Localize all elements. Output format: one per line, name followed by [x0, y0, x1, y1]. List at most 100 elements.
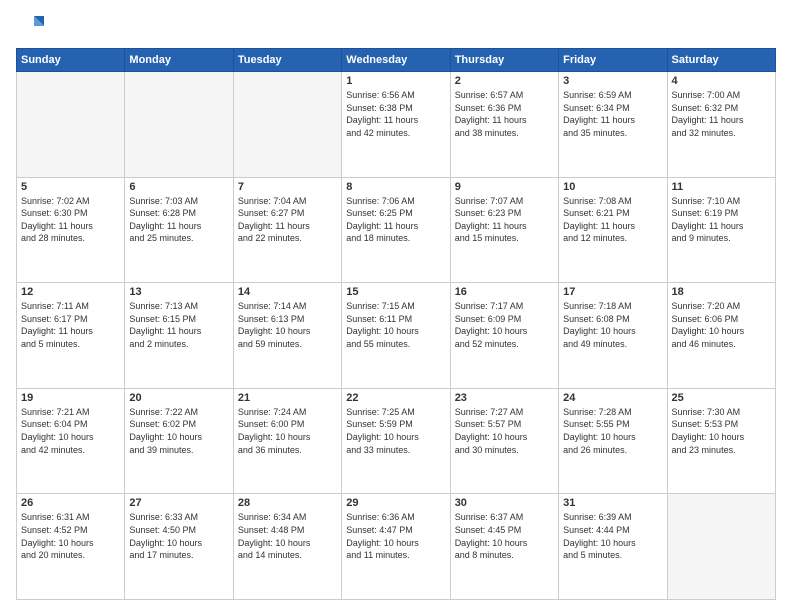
- calendar-week-5: 26 Sunrise: 6:31 AMSunset: 4:52 PMDayligh…: [17, 494, 776, 600]
- calendar-week-3: 12 Sunrise: 7:11 AMSunset: 6:17 PMDayligh…: [17, 283, 776, 389]
- calendar-table: SundayMondayTuesdayWednesdayThursdayFrid…: [16, 48, 776, 600]
- calendar-cell: 5 Sunrise: 7:02 AMSunset: 6:30 PMDaylight…: [17, 177, 125, 283]
- calendar-cell: 17Sunrise: 7:18 AMSunset: 6:08 PMDayligh…: [559, 283, 667, 389]
- cell-info: Sunrise: 7:10 AMSunset: 6:19 PMDaylight:…: [672, 195, 771, 245]
- logo-icon: [16, 12, 44, 40]
- day-number: 18: [672, 286, 771, 298]
- calendar-cell: 18 Sunrise: 7:20 AMSunset: 6:06 PMDayligh…: [667, 283, 775, 389]
- day-number: 28: [238, 497, 337, 509]
- cell-info: Sunrise: 6:31 AMSunset: 4:52 PMDaylight:…: [21, 511, 120, 561]
- cell-info: Sunrise: 7:15 AMSunset: 6:11 PMDaylight:…: [346, 300, 445, 350]
- day-number: 26: [21, 497, 120, 509]
- calendar-cell: 13 Sunrise: 7:13 AMSunset: 6:15 PMDayligh…: [125, 283, 233, 389]
- weekday-header-tuesday: Tuesday: [233, 49, 341, 72]
- cell-info: Sunrise: 7:30 AMSunset: 5:53 PMDaylight:…: [672, 406, 771, 456]
- day-number: 5: [21, 181, 120, 193]
- cell-info: Sunrise: 7:13 AMSunset: 6:15 PMDaylight:…: [129, 300, 228, 350]
- day-number: 15: [346, 286, 445, 298]
- cell-info: Sunrise: 7:02 AMSunset: 6:30 PMDaylight:…: [21, 195, 120, 245]
- calendar-cell: 2Sunrise: 6:57 AMSunset: 6:36 PMDaylight…: [450, 72, 558, 178]
- calendar-cell: 31Sunrise: 6:39 AMSunset: 4:44 PMDayligh…: [559, 494, 667, 600]
- calendar-cell: 10 Sunrise: 7:08 AMSunset: 6:21 PMDayligh…: [559, 177, 667, 283]
- cell-info: Sunrise: 7:07 AMSunset: 6:23 PMDaylight:…: [455, 195, 554, 245]
- calendar-cell: 23 Sunrise: 7:27 AMSunset: 5:57 PMDayligh…: [450, 388, 558, 494]
- calendar-cell: 15 Sunrise: 7:15 AMSunset: 6:11 PMDayligh…: [342, 283, 450, 389]
- day-number: 6: [129, 181, 228, 193]
- day-number: 13: [129, 286, 228, 298]
- cell-info: Sunrise: 6:56 AMSunset: 6:38 PMDaylight:…: [346, 89, 445, 139]
- weekday-header-thursday: Thursday: [450, 49, 558, 72]
- day-number: 10: [563, 181, 662, 193]
- weekday-header-saturday: Saturday: [667, 49, 775, 72]
- calendar-cell: 7 Sunrise: 7:04 AMSunset: 6:27 PMDaylight…: [233, 177, 341, 283]
- calendar-cell: [233, 72, 341, 178]
- calendar-cell: 24 Sunrise: 7:28 AMSunset: 5:55 PMDayligh…: [559, 388, 667, 494]
- calendar-cell: 26 Sunrise: 6:31 AMSunset: 4:52 PMDayligh…: [17, 494, 125, 600]
- calendar-cell: 28 Sunrise: 6:34 AMSunset: 4:48 PMDayligh…: [233, 494, 341, 600]
- day-number: 12: [21, 286, 120, 298]
- day-number: 21: [238, 392, 337, 404]
- weekday-header-monday: Monday: [125, 49, 233, 72]
- day-number: 31: [563, 497, 662, 509]
- day-number: 20: [129, 392, 228, 404]
- cell-info: Sunrise: 7:24 AMSunset: 6:00 PMDaylight:…: [238, 406, 337, 456]
- day-number: 14: [238, 286, 337, 298]
- cell-info: Sunrise: 6:57 AMSunset: 6:36 PMDaylight:…: [455, 89, 554, 139]
- weekday-header-wednesday: Wednesday: [342, 49, 450, 72]
- calendar-cell: 12 Sunrise: 7:11 AMSunset: 6:17 PMDayligh…: [17, 283, 125, 389]
- cell-info: Sunrise: 7:20 AMSunset: 6:06 PMDaylight:…: [672, 300, 771, 350]
- calendar-cell: 3 Sunrise: 6:59 AMSunset: 6:34 PMDaylight…: [559, 72, 667, 178]
- calendar-cell: 19 Sunrise: 7:21 AMSunset: 6:04 PMDayligh…: [17, 388, 125, 494]
- calendar-cell: 30Sunrise: 6:37 AMSunset: 4:45 PMDayligh…: [450, 494, 558, 600]
- cell-info: Sunrise: 7:04 AMSunset: 6:27 PMDaylight:…: [238, 195, 337, 245]
- cell-info: Sunrise: 7:27 AMSunset: 5:57 PMDaylight:…: [455, 406, 554, 456]
- header: [16, 12, 776, 40]
- day-number: 16: [455, 286, 554, 298]
- day-number: 23: [455, 392, 554, 404]
- day-number: 11: [672, 181, 771, 193]
- cell-info: Sunrise: 7:08 AMSunset: 6:21 PMDaylight:…: [563, 195, 662, 245]
- day-number: 8: [346, 181, 445, 193]
- day-number: 7: [238, 181, 337, 193]
- calendar-week-1: 1Sunrise: 6:56 AMSunset: 6:38 PMDaylight…: [17, 72, 776, 178]
- calendar-cell: 27Sunrise: 6:33 AMSunset: 4:50 PMDayligh…: [125, 494, 233, 600]
- calendar-cell: 11 Sunrise: 7:10 AMSunset: 6:19 PMDayligh…: [667, 177, 775, 283]
- weekday-header-sunday: Sunday: [17, 49, 125, 72]
- day-number: 27: [129, 497, 228, 509]
- calendar-cell: 29 Sunrise: 6:36 AMSunset: 4:47 PMDayligh…: [342, 494, 450, 600]
- day-number: 25: [672, 392, 771, 404]
- calendar-cell: 4 Sunrise: 7:00 AMSunset: 6:32 PMDaylight…: [667, 72, 775, 178]
- calendar-cell: 16 Sunrise: 7:17 AMSunset: 6:09 PMDayligh…: [450, 283, 558, 389]
- cell-info: Sunrise: 7:00 AMSunset: 6:32 PMDaylight:…: [672, 89, 771, 139]
- calendar-week-2: 5 Sunrise: 7:02 AMSunset: 6:30 PMDaylight…: [17, 177, 776, 283]
- day-number: 4: [672, 75, 771, 87]
- weekday-header-friday: Friday: [559, 49, 667, 72]
- cell-info: Sunrise: 7:17 AMSunset: 6:09 PMDaylight:…: [455, 300, 554, 350]
- cell-info: Sunrise: 6:36 AMSunset: 4:47 PMDaylight:…: [346, 511, 445, 561]
- cell-info: Sunrise: 6:59 AMSunset: 6:34 PMDaylight:…: [563, 89, 662, 139]
- calendar-cell: 6Sunrise: 7:03 AMSunset: 6:28 PMDaylight…: [125, 177, 233, 283]
- cell-info: Sunrise: 7:28 AMSunset: 5:55 PMDaylight:…: [563, 406, 662, 456]
- day-number: 30: [455, 497, 554, 509]
- cell-info: Sunrise: 6:34 AMSunset: 4:48 PMDaylight:…: [238, 511, 337, 561]
- calendar-cell: 21 Sunrise: 7:24 AMSunset: 6:00 PMDayligh…: [233, 388, 341, 494]
- cell-info: Sunrise: 7:11 AMSunset: 6:17 PMDaylight:…: [21, 300, 120, 350]
- logo: [16, 12, 48, 40]
- weekday-header-row: SundayMondayTuesdayWednesdayThursdayFrid…: [17, 49, 776, 72]
- calendar-cell: [667, 494, 775, 600]
- cell-info: Sunrise: 7:21 AMSunset: 6:04 PMDaylight:…: [21, 406, 120, 456]
- day-number: 24: [563, 392, 662, 404]
- calendar-cell: [125, 72, 233, 178]
- day-number: 29: [346, 497, 445, 509]
- day-number: 19: [21, 392, 120, 404]
- calendar-cell: [17, 72, 125, 178]
- calendar-cell: 25 Sunrise: 7:30 AMSunset: 5:53 PMDayligh…: [667, 388, 775, 494]
- day-number: 17: [563, 286, 662, 298]
- calendar-cell: 9 Sunrise: 7:07 AMSunset: 6:23 PMDaylight…: [450, 177, 558, 283]
- day-number: 3: [563, 75, 662, 87]
- page: SundayMondayTuesdayWednesdayThursdayFrid…: [0, 0, 792, 612]
- cell-info: Sunrise: 7:14 AMSunset: 6:13 PMDaylight:…: [238, 300, 337, 350]
- day-number: 9: [455, 181, 554, 193]
- day-number: 22: [346, 392, 445, 404]
- calendar-cell: 1Sunrise: 6:56 AMSunset: 6:38 PMDaylight…: [342, 72, 450, 178]
